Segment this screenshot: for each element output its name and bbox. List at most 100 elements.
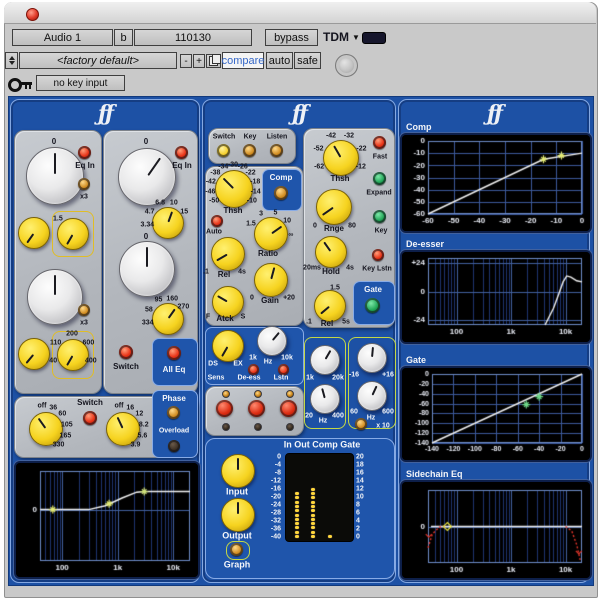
eq-hf-freq-knob[interactable] — [152, 207, 184, 239]
eq-switch-led[interactable] — [119, 345, 133, 359]
meter-scale-label: 2 — [356, 525, 360, 533]
eq-response-graph[interactable] — [14, 461, 200, 579]
eq-lf-gain-knob[interactable] — [26, 147, 84, 205]
listen-led[interactable] — [270, 144, 283, 157]
sc-hf-knob[interactable] — [310, 345, 340, 375]
track-selector[interactable]: Audio 1 — [12, 29, 113, 46]
auto-button[interactable]: auto — [266, 52, 293, 69]
band2-bot-led — [254, 423, 262, 431]
knob-scale-label: -10 — [246, 197, 257, 205]
meter-scale-label: -32 — [270, 517, 281, 525]
meter-scale-label: -40 — [270, 533, 281, 541]
preset-selector[interactable]: <factory default> — [19, 52, 177, 69]
eq-hf-gain-fine-knob[interactable] — [57, 218, 89, 250]
knob-scale-label: 3.9 — [130, 441, 141, 449]
bypass-button[interactable]: bypass — [265, 29, 318, 46]
automation-dial-icon[interactable] — [335, 54, 358, 77]
focusrite-logo: ƒƒ — [97, 100, 114, 126]
sidechain-eq-graph[interactable] — [400, 480, 592, 580]
deesser-response-graph[interactable] — [400, 250, 592, 344]
switch-led[interactable] — [217, 144, 230, 157]
sc-gain-knob[interactable] — [357, 343, 387, 373]
gate-release-knob[interactable] — [314, 290, 346, 322]
sc-x10-led[interactable] — [355, 418, 367, 430]
comp-led[interactable] — [274, 186, 288, 200]
sc-freq-hi: 600 — [382, 408, 394, 416]
meter-led-dot — [311, 513, 315, 517]
knob-zero-label: 0 — [51, 137, 57, 146]
output-knob[interactable] — [221, 498, 255, 532]
eq-in-led-left[interactable] — [78, 146, 91, 159]
plugin-selector[interactable]: 110130 — [134, 29, 252, 46]
gate-thresh-label: Thsh — [330, 174, 350, 183]
gate-expand-led[interactable] — [373, 172, 386, 185]
eq-lf-shape-knob[interactable] — [18, 217, 50, 249]
preset-stepper[interactable] — [5, 52, 18, 69]
all-eq-led[interactable] — [167, 346, 181, 360]
preset-minus-button[interactable]: - — [180, 54, 192, 68]
comp-gain-knob[interactable] — [254, 263, 288, 297]
copy-preset-icon[interactable] — [206, 54, 221, 68]
graph-button[interactable] — [230, 543, 243, 556]
deess-on-led[interactable] — [248, 364, 259, 375]
meter-scale-label: -16 — [270, 485, 281, 493]
sc-x10-label: x 10 — [376, 422, 390, 430]
safe-button[interactable]: safe — [294, 52, 321, 69]
deess-freq-knob[interactable] — [257, 326, 287, 356]
all-eq-label: All Eq — [162, 365, 186, 374]
close-button[interactable] — [26, 8, 39, 21]
comp-auto-led[interactable] — [211, 215, 223, 227]
eq-hmf-gain-knob[interactable] — [118, 148, 176, 206]
comp-release-knob[interactable] — [211, 237, 245, 271]
input-knob[interactable] — [221, 454, 255, 488]
x3-led-left[interactable] — [78, 178, 90, 190]
gate-fast-led[interactable] — [373, 136, 386, 149]
gate-keylstn-led[interactable] — [372, 249, 384, 261]
phase-led[interactable] — [167, 406, 180, 419]
knob-scale-label: -42 — [325, 132, 337, 140]
meter-led-dot — [311, 500, 315, 504]
key-input-selector[interactable]: no key input — [36, 75, 125, 91]
eq-lmf-gain-knob[interactable] — [119, 241, 175, 297]
key-label: Key — [243, 133, 257, 141]
eq-mf-shape-knob[interactable] — [18, 338, 50, 370]
gate-hold-knob[interactable] — [315, 236, 347, 268]
comp-rel-label: Rel — [217, 270, 231, 279]
tdm-dropdown-icon[interactable]: ▼ — [352, 33, 360, 42]
stepper-up-icon[interactable] — [8, 56, 15, 60]
knob-scale-label: 58 — [144, 306, 153, 314]
sc-lf-knob[interactable] — [310, 384, 340, 414]
focusrite-logo: ƒƒ — [291, 100, 308, 126]
filter-switch-led[interactable] — [83, 411, 97, 425]
comp-transfer-graph[interactable] — [400, 133, 592, 233]
gate-transfer-graph[interactable] — [400, 366, 592, 462]
band2-top-led — [254, 390, 262, 398]
meter-led-dot — [295, 530, 299, 534]
knob-scale-label: 6.8 — [155, 199, 166, 207]
band2-button[interactable] — [248, 400, 265, 417]
x3-led-left2[interactable] — [78, 304, 90, 316]
stepper-down-icon[interactable] — [8, 61, 15, 65]
eq-in-led-right[interactable] — [175, 146, 188, 159]
sc-freq-knob[interactable] — [357, 381, 387, 411]
gate-thresh-knob[interactable] — [323, 140, 359, 176]
band3-button[interactable] — [280, 400, 297, 417]
compare-button[interactable]: compare — [222, 52, 264, 69]
filter-switch-label: Switch — [77, 398, 103, 407]
meter-led-dot — [295, 517, 299, 521]
deess-sens-knob[interactable] — [212, 330, 244, 362]
title-bar[interactable] — [4, 2, 596, 24]
band1-button[interactable] — [216, 400, 233, 417]
comp-label: Comp — [269, 173, 293, 182]
knob-scale-label: -30 — [227, 161, 239, 169]
preset-plus-button[interactable]: + — [193, 54, 205, 68]
meter-scale-label: 0 — [277, 453, 281, 461]
gate-range-knob[interactable] — [316, 189, 352, 225]
key-led[interactable] — [243, 144, 256, 157]
insert-position-button[interactable]: b — [114, 29, 133, 46]
deess-listen-led[interactable] — [278, 364, 289, 375]
meter-led-dot — [295, 504, 299, 508]
gate-key-led[interactable] — [373, 210, 386, 223]
eq-mf-gain-knob[interactable] — [27, 269, 83, 325]
gate-on-led[interactable] — [365, 298, 380, 313]
